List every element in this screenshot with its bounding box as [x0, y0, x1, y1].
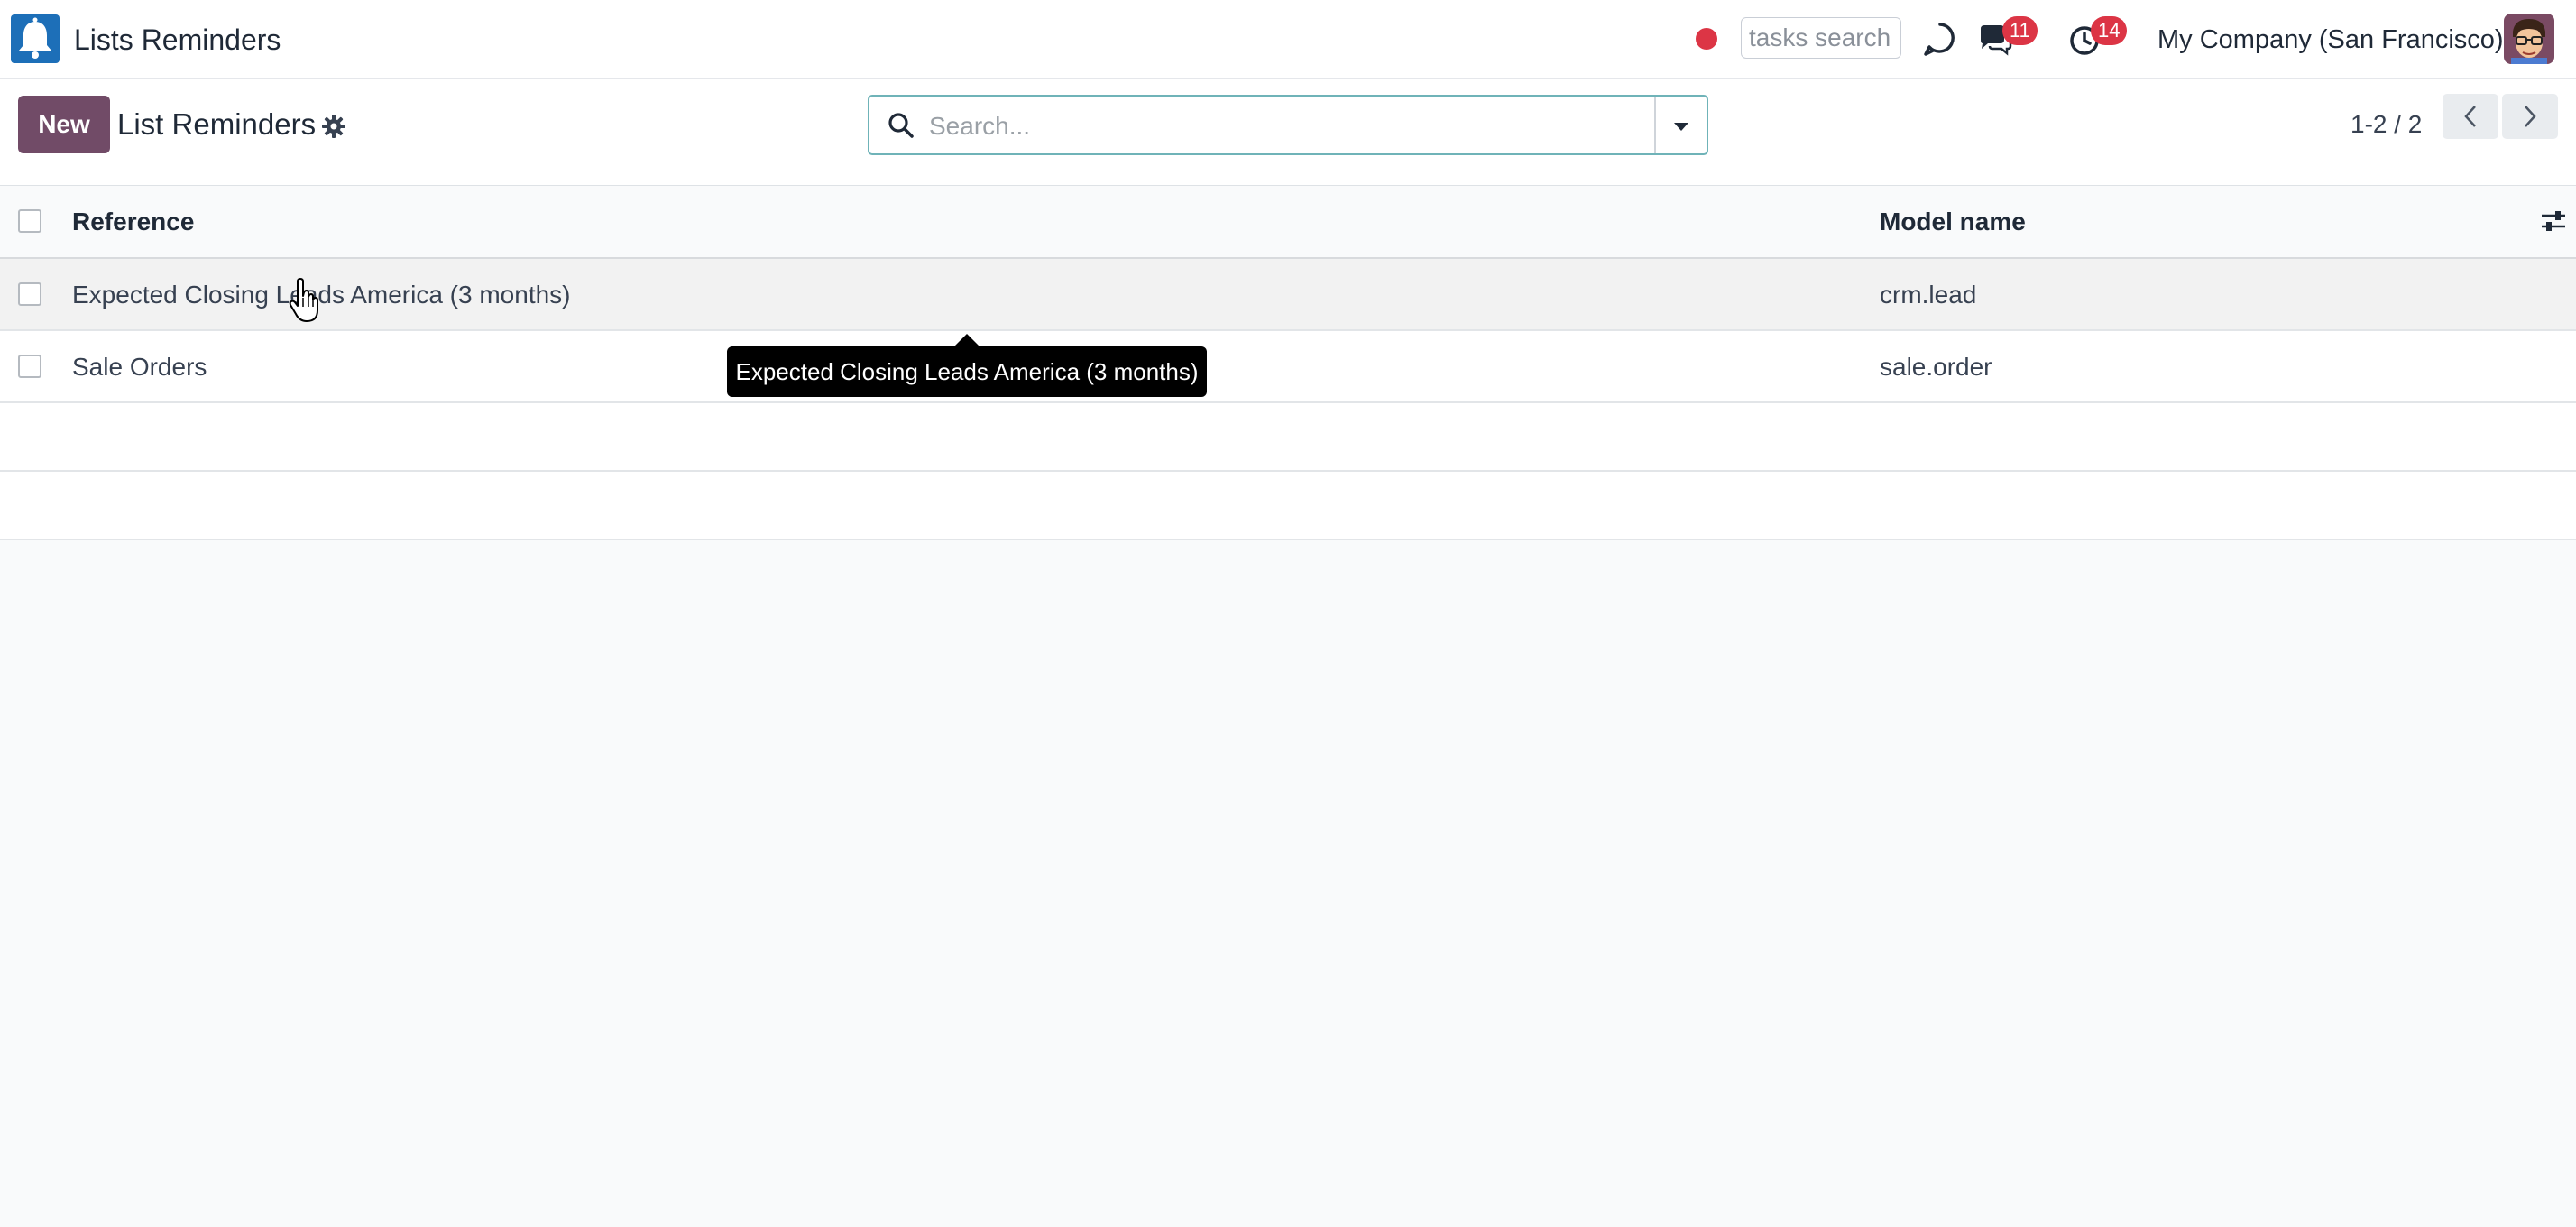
cell-model-name[interactable]: crm.lead — [1880, 277, 1976, 313]
hand-cursor-icon — [287, 278, 323, 325]
search-input[interactable] — [927, 104, 1616, 149]
pager-value[interactable]: 1-2 / 2 — [2351, 103, 2422, 146]
column-header-model-name[interactable]: Model name — [1880, 204, 2026, 240]
search-icon — [888, 112, 915, 139]
messages-badge: 11 — [2002, 16, 2038, 45]
chevron-right-icon[interactable] — [2502, 94, 2558, 139]
top-navbar: Lists Reminders 11 14 My Company (San Fr… — [0, 0, 2576, 79]
search-panel — [868, 95, 1708, 155]
control-panel: New List Reminders 1-2 / 2 — [0, 79, 2576, 186]
gear-icon[interactable] — [321, 114, 346, 139]
record-dot-icon[interactable] — [1696, 28, 1717, 50]
company-switcher[interactable]: My Company (San Francisco) — [2157, 20, 2504, 60]
activities-badge: 14 — [2091, 16, 2128, 45]
row-checkbox[interactable] — [18, 355, 41, 378]
caret-down-icon[interactable] — [1656, 97, 1707, 153]
empty-row — [0, 472, 2576, 540]
bell-logo-icon[interactable] — [11, 14, 60, 63]
column-settings-icon[interactable] — [2540, 208, 2567, 235]
empty-row — [0, 403, 2576, 472]
table-row[interactable]: Expected Closing Leads America (3 months… — [0, 259, 2576, 331]
cell-reference[interactable]: Sale Orders — [72, 349, 207, 385]
tooltip: Expected Closing Leads America (3 months… — [727, 346, 1207, 397]
list-header: Reference Model name — [0, 186, 2576, 259]
new-button[interactable]: New — [18, 96, 110, 153]
page-title: List Reminders — [117, 107, 317, 141]
select-all-checkbox[interactable] — [18, 209, 41, 233]
discuss-icon[interactable] — [1921, 20, 1959, 58]
chevron-left-icon[interactable] — [2443, 94, 2498, 139]
tasks-search-input[interactable] — [1741, 17, 1901, 59]
column-header-reference[interactable]: Reference — [72, 204, 194, 240]
cell-model-name[interactable]: sale.order — [1880, 349, 1992, 385]
app-title[interactable]: Lists Reminders — [74, 18, 281, 61]
table-row[interactable]: Sale Orders sale.order — [0, 331, 2576, 403]
avatar[interactable] — [2504, 14, 2554, 64]
row-checkbox[interactable] — [18, 282, 41, 306]
